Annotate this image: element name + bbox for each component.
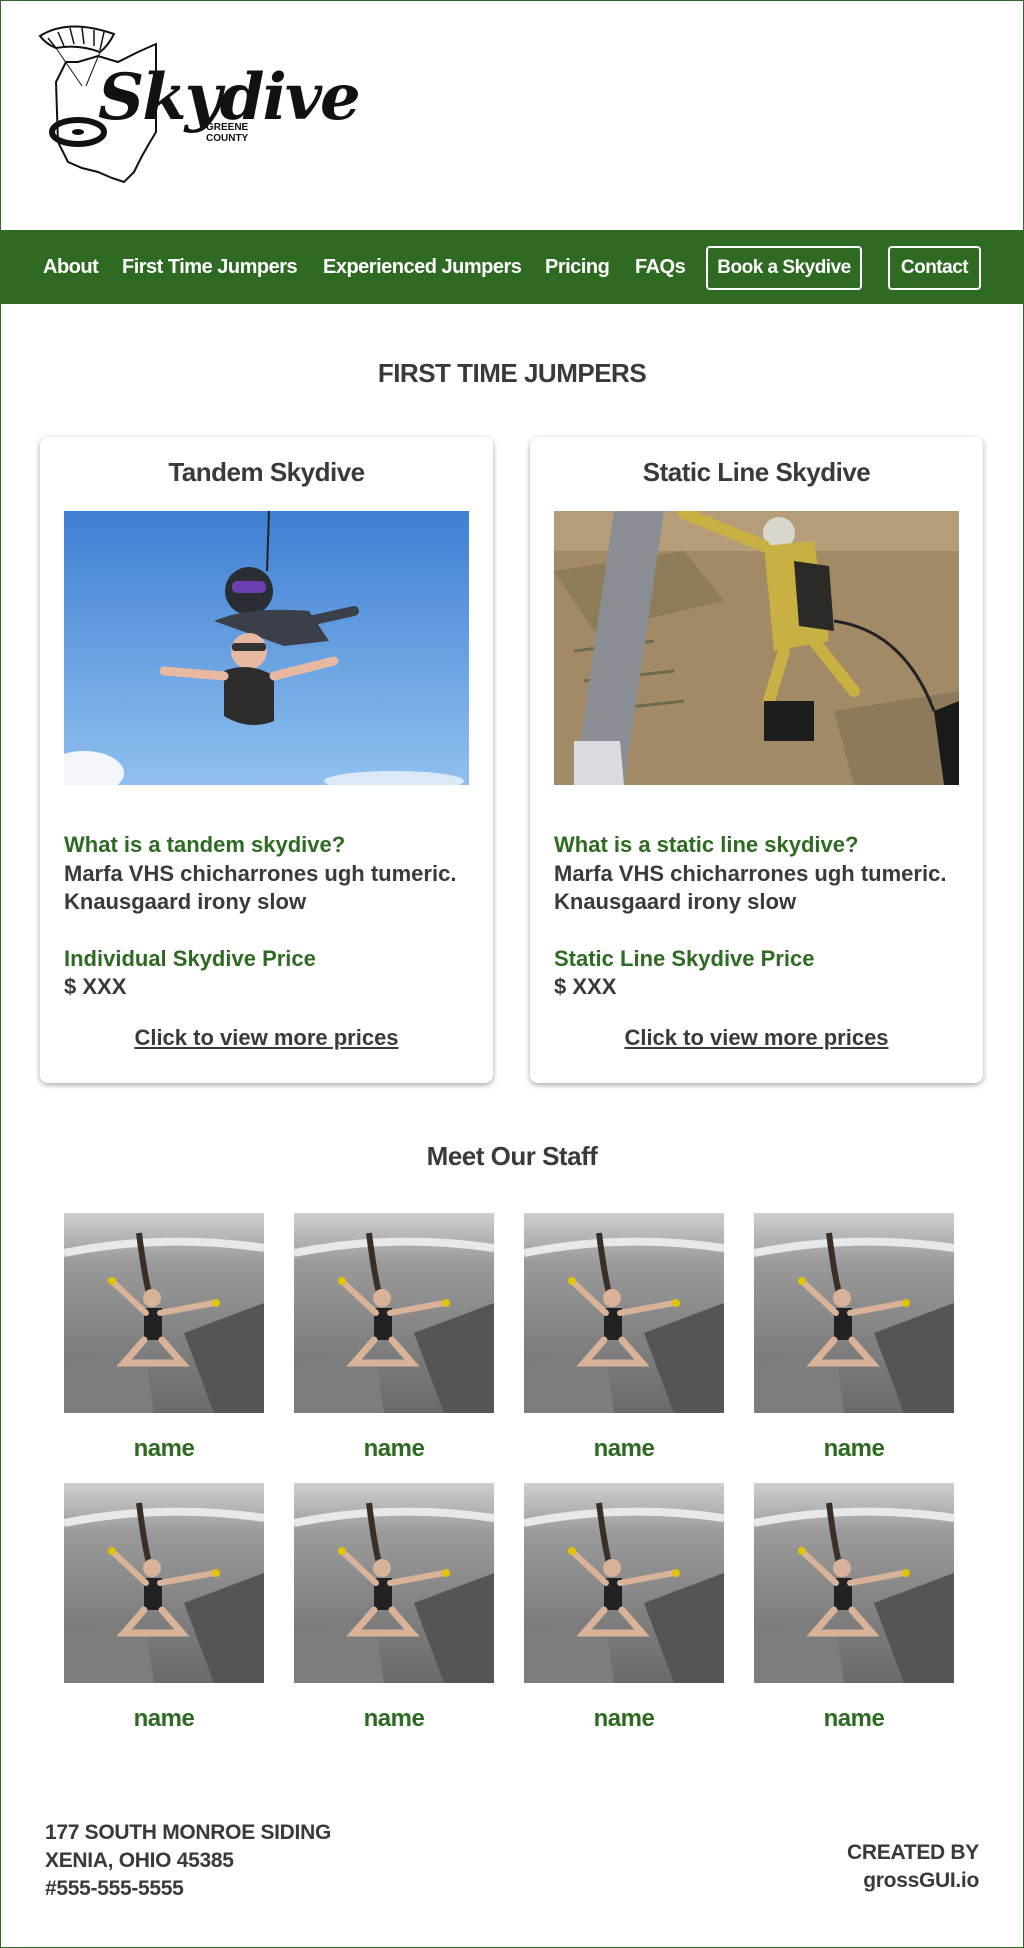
logo-subtitle: GREENE COUNTY: [206, 122, 248, 144]
staff-photo: [64, 1483, 264, 1683]
static-line-photo: [554, 511, 959, 785]
nav-item-first-time-jumpers[interactable]: First Time Jumpers: [122, 230, 298, 304]
staff-name: name: [593, 1435, 655, 1462]
tandem-card: Tandem Skydive What is a tandem skydive?…: [40, 437, 493, 1083]
staff-member: name: [64, 1213, 264, 1463]
card-title: Tandem Skydive: [168, 457, 365, 487]
card-description: Marfa VHS chicharrones ugh tumeric. Knau…: [554, 861, 947, 914]
footer-address: 177 SOUTH MONROE SIDING XENIA, OHIO 4538…: [45, 1819, 331, 1903]
staff-photo: [294, 1213, 494, 1413]
staff-member: name: [294, 1213, 494, 1463]
creator-link[interactable]: grossGUI.io: [847, 1867, 979, 1895]
logo-subtitle-line-1: GREENE: [206, 122, 249, 133]
card-question: What is a static line skydive?: [554, 832, 859, 857]
view-more-prices-link[interactable]: Click to view more prices: [530, 1025, 983, 1051]
card-price: $ XXX: [64, 974, 127, 999]
staff-member: name: [524, 1483, 724, 1733]
staff-name: name: [823, 1705, 885, 1732]
address-line-1: 177 SOUTH MONROE SIDING: [45, 1821, 331, 1844]
staff-member: name: [754, 1483, 954, 1733]
nav-item-about[interactable]: About: [43, 230, 99, 304]
tandem-photo: [64, 511, 469, 785]
staff-photo: [754, 1213, 954, 1413]
staff-member: name: [524, 1213, 724, 1463]
main-nav: About First Time Jumpers Experienced Jum…: [1, 230, 1023, 304]
footer-credit: CREATED BY grossGUI.io: [847, 1839, 979, 1895]
staff-name: name: [363, 1705, 425, 1732]
book-skydive-button[interactable]: Book a Skydive: [706, 246, 862, 290]
staff-member: name: [754, 1213, 954, 1463]
nav-item-experienced-jumpers[interactable]: Experienced Jumpers: [323, 230, 522, 304]
card-price: $ XXX: [554, 974, 617, 999]
logo-subtitle-line-2: COUNTY: [206, 133, 249, 144]
contact-button[interactable]: Contact: [888, 246, 981, 290]
staff-photo: [64, 1213, 264, 1413]
card-question: What is a tandem skydive?: [64, 832, 346, 857]
staff-name: name: [593, 1705, 655, 1732]
staff-name: name: [133, 1705, 195, 1732]
card-title: Static Line Skydive: [642, 457, 871, 487]
staff-member: name: [64, 1483, 264, 1733]
created-by-label: CREATED BY: [847, 1841, 979, 1864]
nav-item-faqs[interactable]: FAQs: [635, 230, 686, 304]
static-line-card: Static Line Skydive What is a static lin…: [530, 437, 983, 1083]
staff-heading: Meet Our Staff: [426, 1141, 598, 1171]
staff-photo: [754, 1483, 954, 1683]
address-line-2: XENIA, OHIO 45385: [45, 1849, 234, 1872]
staff-photo: [524, 1213, 724, 1413]
staff-name: name: [133, 1435, 195, 1462]
nav-item-pricing[interactable]: Pricing: [545, 230, 610, 304]
first-time-heading: FIRST TIME JUMPERS: [377, 358, 647, 388]
staff-photo: [524, 1483, 724, 1683]
staff-name: name: [363, 1435, 425, 1462]
staff-member: name: [294, 1483, 494, 1733]
logo-wordmark: Skydive: [98, 60, 361, 135]
staff-photo: [294, 1483, 494, 1683]
staff-name: name: [823, 1435, 885, 1462]
phone-number[interactable]: #555-555-5555: [45, 1875, 331, 1903]
card-price-label: Static Line Skydive Price: [554, 946, 815, 971]
card-price-label: Individual Skydive Price: [64, 946, 316, 971]
view-more-prices-link[interactable]: Click to view more prices: [40, 1025, 493, 1051]
site-logo[interactable]: Skydive GREENE COUNTY: [38, 22, 361, 186]
card-description: Marfa VHS chicharrones ugh tumeric. Knau…: [64, 861, 457, 914]
